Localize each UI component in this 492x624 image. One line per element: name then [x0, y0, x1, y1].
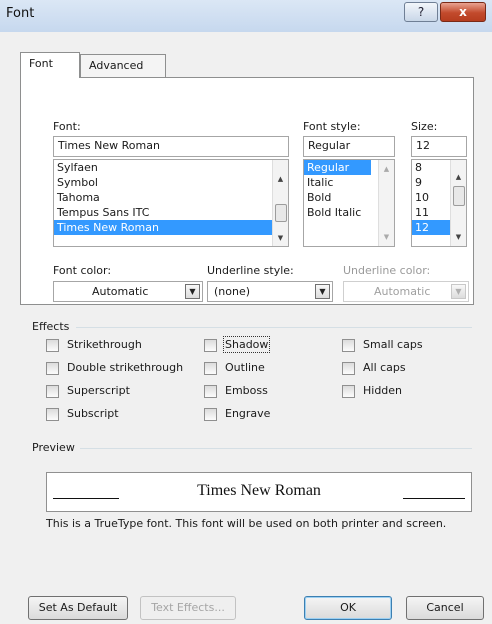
checkbox-label: Hidden — [363, 384, 403, 397]
checkbox-box[interactable] — [342, 385, 355, 398]
underline-style-dropdown[interactable]: (none) ▼ — [207, 281, 333, 302]
checkbox-box[interactable] — [342, 339, 355, 352]
close-button[interactable]: x — [440, 2, 486, 22]
arrow-down-icon[interactable]: ▼ — [451, 230, 466, 244]
underline-color-label: Underline color: — [343, 264, 431, 277]
underline-color-dropdown: Automatic ▼ — [343, 281, 469, 302]
size-list-scrollbar[interactable]: ▲ ▼ — [450, 160, 466, 246]
checkbox-box[interactable] — [204, 408, 217, 421]
font-style-list[interactable]: Regular Italic Bold Bold Italic ▲ ▼ — [303, 159, 395, 247]
checkbox-label: All caps — [363, 361, 406, 374]
checkbox-box[interactable] — [46, 339, 59, 352]
font-color-label: Font color: — [53, 264, 112, 277]
checkbox-box[interactable] — [204, 339, 217, 352]
preview-divider — [80, 448, 472, 449]
size-list[interactable]: 8 9 10 11 12 ▲ ▼ — [411, 159, 467, 247]
preview-note: This is a TrueType font. This font will … — [46, 517, 447, 530]
text-effects-button: Text Effects... — [140, 596, 236, 620]
arrow-up-icon[interactable]: ▲ — [379, 162, 394, 176]
checkbox-box[interactable] — [342, 362, 355, 375]
font-list-item[interactable]: Tempus Sans ITC — [54, 205, 288, 220]
checkbox-label: Emboss — [225, 384, 268, 397]
window-title: Font — [6, 6, 35, 21]
set-as-default-button[interactable]: Set As Default — [28, 596, 128, 620]
font-list-item[interactable]: Sylfaen — [54, 160, 288, 175]
font-label: Font: — [53, 120, 81, 133]
checkbox-box[interactable] — [204, 385, 217, 398]
font-list-item[interactable]: Tahoma — [54, 190, 288, 205]
font-style-label: Font style: — [303, 120, 361, 133]
underline-style-label: Underline style: — [207, 264, 294, 277]
font-style-scrollbar[interactable]: ▲ ▼ — [378, 160, 394, 246]
tab-advanced[interactable]: Advanced — [80, 54, 166, 78]
size-label: Size: — [411, 120, 438, 133]
checkbox-label: Engrave — [225, 407, 271, 420]
font-list-scrollbar[interactable]: ▲ ▼ — [272, 160, 288, 246]
font-tab-panel: Font: Times New Roman Sylfaen Symbol Tah… — [20, 77, 474, 305]
font-color-dropdown[interactable]: Automatic ▼ — [53, 281, 203, 302]
checkbox-label: Small caps — [363, 338, 423, 351]
font-name-input[interactable]: Times New Roman — [53, 136, 289, 157]
arrow-down-icon[interactable]: ▼ — [273, 231, 288, 245]
font-style-item-selected[interactable]: Regular — [304, 160, 371, 175]
checkbox-label: Strikethrough — [67, 338, 142, 351]
underline-color-value: Automatic — [374, 285, 431, 298]
effects-divider — [76, 327, 472, 328]
arrow-down-icon[interactable]: ▼ — [379, 230, 394, 244]
scroll-thumb[interactable] — [453, 186, 465, 206]
font-list-item[interactable]: Symbol — [54, 175, 288, 190]
size-input[interactable]: 12 — [411, 136, 467, 157]
chevron-down-icon: ▼ — [451, 284, 466, 299]
cancel-button[interactable]: Cancel — [406, 596, 484, 620]
chevron-down-icon[interactable]: ▼ — [315, 284, 330, 299]
ok-button[interactable]: OK — [304, 596, 392, 620]
arrow-up-icon[interactable]: ▲ — [451, 170, 466, 184]
chevron-down-icon[interactable]: ▼ — [185, 284, 200, 299]
font-style-input[interactable]: Regular — [303, 136, 395, 157]
font-list[interactable]: Sylfaen Symbol Tahoma Tempus Sans ITC Ti… — [53, 159, 289, 247]
preview-title: Preview — [32, 441, 75, 454]
arrow-up-icon[interactable]: ▲ — [273, 172, 288, 186]
checkbox-box[interactable] — [46, 385, 59, 398]
help-button[interactable]: ? — [404, 2, 438, 22]
effects-title: Effects — [32, 320, 70, 333]
font-color-value: Automatic — [92, 285, 149, 298]
checkbox-box[interactable] — [46, 408, 59, 421]
checkbox-box[interactable] — [46, 362, 59, 375]
scroll-thumb[interactable] — [275, 204, 287, 222]
checkbox-box[interactable] — [204, 362, 217, 375]
checkbox-label: Subscript — [67, 407, 119, 420]
title-bar: Font ? x — [0, 0, 492, 32]
checkbox-label: Superscript — [67, 384, 130, 397]
checkbox-label: Double strikethrough — [67, 361, 184, 374]
tab-font[interactable]: Font — [20, 52, 80, 78]
font-list-item-selected[interactable]: Times New Roman — [54, 220, 288, 235]
font-dialog: Font ? x Font Advanced Font: Times New R… — [0, 0, 492, 624]
underline-style-value: (none) — [214, 285, 251, 298]
checkbox-label: Shadow — [222, 336, 271, 353]
preview-baseline-right — [403, 498, 465, 499]
preview-box: Times New Roman — [46, 472, 472, 512]
checkbox-label: Outline — [225, 361, 265, 374]
